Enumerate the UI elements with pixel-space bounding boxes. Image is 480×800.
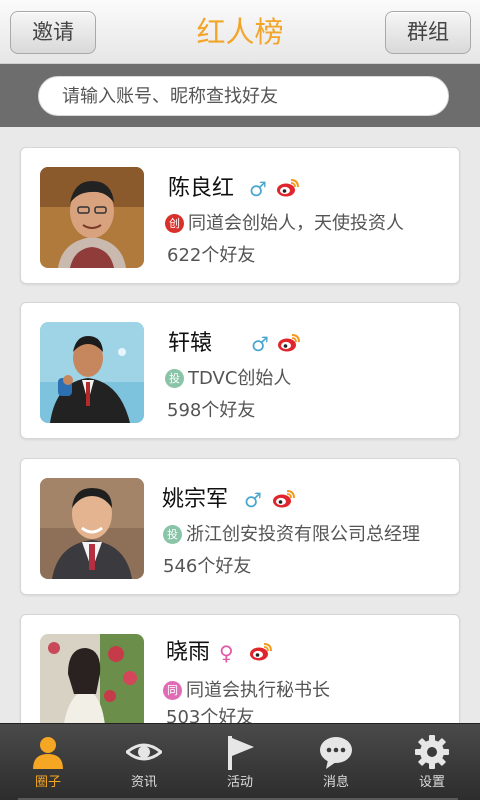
- tab-settings[interactable]: 设置: [384, 724, 480, 800]
- tab-label: 资讯: [130, 775, 157, 790]
- tab-messages[interactable]: 消息: [288, 724, 384, 800]
- chat-bubble-icon: [320, 737, 352, 769]
- person-icon: [33, 737, 63, 769]
- search-box: [38, 76, 449, 116]
- user-title: 投浙江创安投资有限公司总经理: [163, 523, 420, 547]
- user-name: 晓雨: [166, 640, 211, 665]
- avatar: [40, 167, 144, 268]
- tab-circle[interactable]: 圈子: [0, 724, 96, 800]
- user-name: 轩辕: [168, 331, 213, 356]
- user-title: 投 TDVC创始人: [165, 367, 291, 391]
- flag-icon: [228, 736, 254, 770]
- male-icon: ♂: [251, 332, 269, 356]
- avatar: [40, 478, 144, 579]
- top-bar: 邀请 红人榜 群组: [0, 0, 480, 64]
- friend-count: 546个好友: [163, 556, 252, 577]
- weibo-icon[interactable]: [272, 489, 296, 509]
- user-title: 同同道会执行秘书长: [163, 679, 330, 703]
- gear-icon: [415, 735, 449, 769]
- user-name: 陈良红: [168, 176, 235, 201]
- founder-badge-icon: 创: [165, 214, 184, 233]
- avatar: [40, 322, 144, 423]
- tab-events[interactable]: 活动: [192, 724, 288, 800]
- tongdao-badge-icon: 同: [163, 681, 182, 700]
- search-bar: [0, 64, 480, 127]
- user-name: 姚宗军: [162, 487, 229, 512]
- list-item[interactable]: 陈良红 ♂ 创同道会创始人，天使投资人 622个好友: [20, 147, 460, 284]
- male-icon: ♂: [244, 488, 262, 512]
- eye-icon: [126, 743, 162, 761]
- invite-button[interactable]: 邀请: [10, 11, 96, 54]
- user-title: 创同道会创始人，天使投资人: [165, 212, 404, 236]
- groups-button[interactable]: 群组: [385, 11, 471, 54]
- investor-badge-icon: 投: [165, 369, 184, 388]
- female-icon: ♀: [219, 641, 234, 665]
- tab-label: 活动: [226, 775, 253, 790]
- tab-label: 消息: [322, 775, 349, 790]
- friend-count: 622个好友: [167, 245, 256, 266]
- tab-label: 设置: [418, 775, 445, 790]
- list-item[interactable]: 轩辕 ♂ 投 TDVC创始人 598个好友: [20, 302, 460, 439]
- weibo-icon[interactable]: [277, 333, 301, 353]
- male-icon: ♂: [249, 177, 267, 201]
- weibo-icon[interactable]: [249, 642, 273, 662]
- list-item[interactable]: 姚宗军 ♂ 投浙江创安投资有限公司总经理 546个好友: [20, 458, 460, 595]
- search-input[interactable]: [39, 77, 448, 115]
- investor-badge-icon: 投: [163, 525, 182, 544]
- tab-label: 圈子: [34, 775, 61, 790]
- page-title: 红人榜: [196, 15, 284, 49]
- tab-news[interactable]: 资讯: [96, 724, 192, 800]
- weibo-icon[interactable]: [276, 178, 300, 198]
- tab-bar: 圈子 资讯 活动 消息 设置: [0, 723, 480, 800]
- friend-count: 598个好友: [167, 400, 256, 421]
